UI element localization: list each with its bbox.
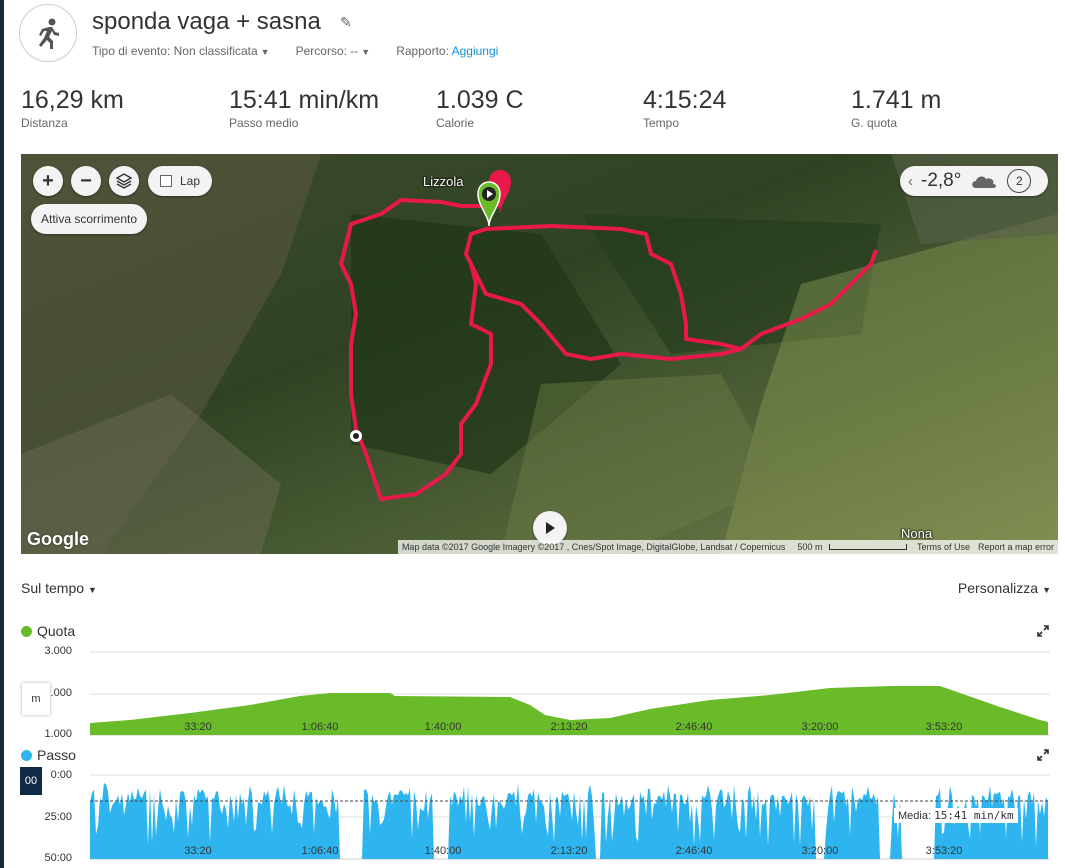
time-axis-select[interactable]: Sul tempo ▼ [21,580,97,596]
edit-pencil-icon[interactable]: ✎ [340,14,352,31]
lap-toggle[interactable]: Lap [148,166,212,196]
event-type-select[interactable]: Tipo di evento: Non classificata ▼ [92,44,270,58]
customize-label: Personalizza [957,580,1039,596]
elevation-xtick: 2:46:40 [675,721,713,733]
activity-title[interactable]: sponda vaga + sasna [92,8,321,36]
left-edge-bar [0,0,4,868]
elevation-title: Quota [37,623,76,639]
zoom-in-button[interactable]: + [33,166,63,196]
stat-pace: 15:41 min/km Passo medio [229,86,379,130]
stat-label: Tempo [643,116,680,130]
stat-time: 4:15:24 Tempo [643,86,726,130]
layers-icon [115,173,133,189]
chevron-down-icon: ▼ [88,585,97,595]
stat-label: Calorie [436,116,475,130]
course-label: Percorso: [295,44,347,58]
event-type-label: Tipo di evento: [92,44,171,58]
add-report-link[interactable]: Aggiungi [452,44,499,58]
route-track [339,170,878,501]
pace-ytick: 25:00 [44,811,72,823]
elevation-xtick: 1:06:40 [301,721,339,733]
pace-cursor-value: 00 [20,767,42,795]
event-type-value: Non classificata [173,44,258,58]
elevation-xtick: 2:13:20 [550,721,588,733]
elevation-xtick: 3:20:00 [801,721,839,733]
zoom-out-button[interactable]: − [71,166,101,196]
weather-counter: 2 [1007,169,1032,193]
pace-title: Passo [37,747,76,763]
lap-checkbox[interactable] [160,175,172,187]
map-scale-label: 500 m [797,542,823,552]
pace-average-label: Media: 15:41 min/km [894,808,1018,823]
customize-select[interactable]: Personalizza ▼ [958,580,1051,596]
stat-value: 1.741 m [851,86,942,114]
cloud-icon [972,176,997,188]
elevation-ytick: 1.000 [44,728,72,740]
elevation-xtick: 1:40:00 [424,721,462,733]
route-map[interactable]: + − Lap Attiva scorrimento ‹ -2,8° 2 Liz… [21,154,1058,554]
enable-scroll-button[interactable]: Attiva scorrimento [31,204,148,234]
elevation-xtick: 3:53:20 [925,721,963,733]
stat-label: Distanza [21,116,68,130]
play-icon [546,522,555,534]
report-map-error-link[interactable]: Report a map error [974,542,1058,552]
expand-pace-icon[interactable] [1037,749,1049,764]
stat-label: G. quota [851,116,898,130]
pace-xtick: 1:40:00 [424,845,462,857]
weather-widget[interactable]: ‹ -2,8° 2 [900,166,1048,196]
chevron-down-icon: ▼ [260,47,270,57]
stat-value: 4:15:24 [643,86,727,114]
pace-xtick: 3:53:20 [925,845,963,857]
running-person-icon [19,4,77,62]
map-scale: 500 m [789,542,913,552]
stat-elevation-gain: 1.741 m G. quota [851,86,941,130]
pace-dot-icon [21,749,32,761]
elevation-unit-label: m [22,683,50,715]
google-logo: Google [27,529,89,549]
stat-value: 1.039 C [436,86,524,114]
chevron-down-icon: ▼ [1042,585,1051,595]
activity-meta: Tipo di evento: Non classificata ▼ Percor… [92,44,524,58]
map-attribution: Map data ©2017 Google Imagery ©2017 , Cn… [401,542,786,552]
pace-xtick: 2:13:20 [550,845,588,857]
map-layers-button[interactable] [109,166,139,196]
pace-chart-header: Passo [21,747,76,763]
place-label-lizzola: Lizzola [423,174,464,189]
terms-link[interactable]: Terms of Use [913,542,974,552]
report-label: Rapporto: [396,44,449,58]
chevron-left-icon[interactable]: ‹ [908,173,913,190]
time-axis-label: Sul tempo [21,580,85,596]
stat-value: 16,29 km [21,86,124,114]
pace-average-title: Media: [898,810,932,822]
place-label-nona: Nona [901,526,933,541]
weather-temperature: -2,8° [921,170,962,191]
elevation-xtick: 33:20 [184,721,212,733]
pace-xtick: 33:20 [184,845,212,857]
pace-xtick: 2:46:40 [675,845,713,857]
scale-bar [828,544,907,550]
pace-xtick: 3:20:00 [801,845,839,857]
course-value: -- [350,44,359,58]
report-field: Rapporto: Aggiungi [396,44,498,58]
map-attribution-bar: Map data ©2017 Google Imagery ©2017 , Cn… [397,540,1058,554]
lap-label: Lap [180,174,201,188]
stat-value: 15:41 min/km [229,86,380,114]
stat-label: Passo medio [229,116,299,130]
elevation-dot-icon [21,625,32,637]
pace-xtick: 1:06:40 [301,845,339,857]
chevron-down-icon: ▼ [361,47,371,57]
expand-elevation-icon[interactable] [1037,625,1049,640]
elevation-chart-header: Quota [21,623,75,639]
stat-calories: 1.039 C Calorie [436,86,524,130]
elevation-ytick: 3.000 [44,645,72,657]
stat-distance: 16,29 km Distanza [21,86,124,130]
course-select[interactable]: Percorso: -- ▼ [296,44,371,58]
pace-average-value: 15:41 min/km [934,809,1014,822]
pace-ytick: 50:00 [44,852,72,864]
